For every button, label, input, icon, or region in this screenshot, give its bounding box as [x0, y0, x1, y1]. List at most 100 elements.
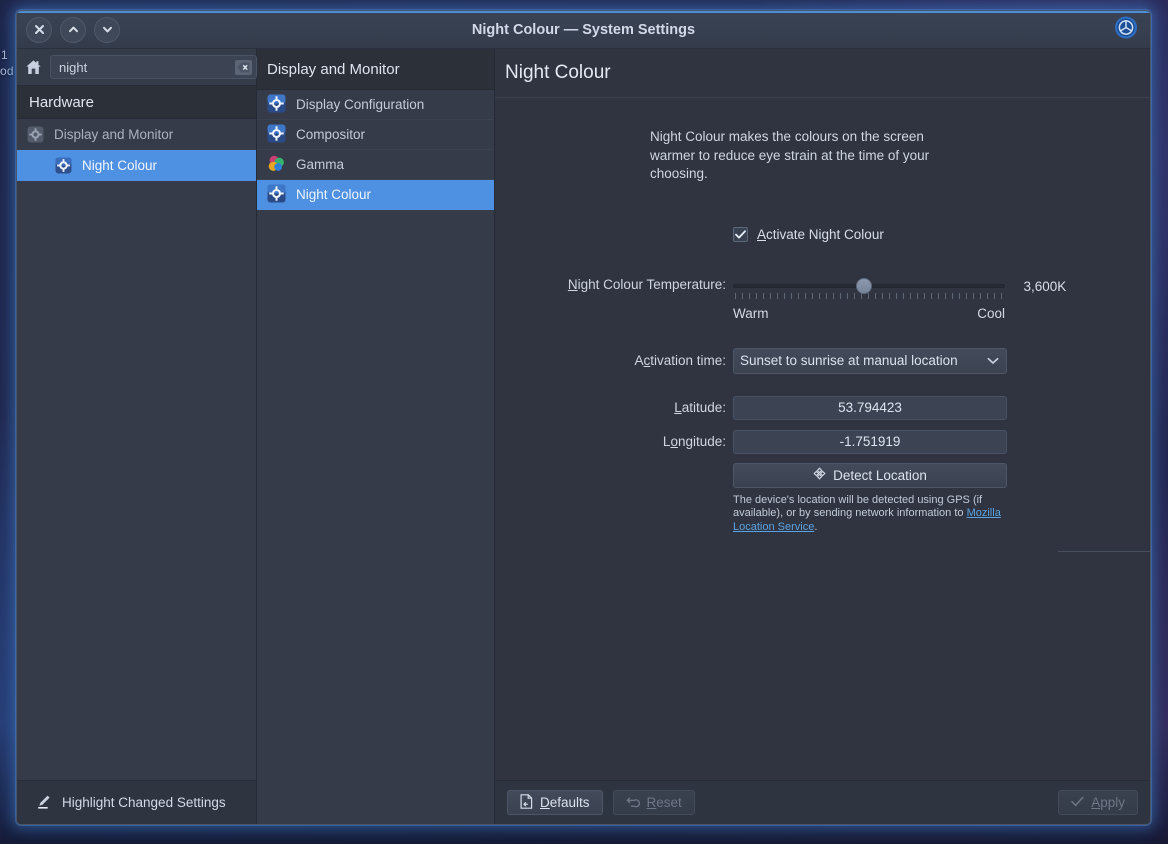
sidebar: Hardware [17, 49, 285, 824]
accel-letter: A [1091, 795, 1101, 810]
defaults-label-rest: efaults [549, 795, 590, 810]
longitude-field-wrap [733, 429, 1150, 454]
module-item-label: Compositor [296, 127, 366, 142]
desktop-text-fragment: 1 [1, 48, 8, 62]
accel-letter: L [674, 399, 682, 415]
home-icon [26, 59, 41, 74]
module-item-gamma[interactable]: Gamma [257, 150, 494, 180]
temperature-value: 3,600K [1023, 278, 1067, 294]
apply-button[interactable]: Apply [1058, 790, 1138, 815]
section-divider [1058, 551, 1150, 552]
home-button[interactable] [24, 55, 43, 79]
module-list: Display Configuration Compositor Gamma N… [257, 90, 494, 824]
detect-location-label: Detect Location [833, 467, 927, 483]
activation-time-field: Sunset to sunrise at manual location [733, 347, 1150, 374]
window-titlebar: Night Colour — System Settings [17, 11, 1150, 49]
activation-time-value: Sunset to sunrise at manual location [740, 353, 958, 368]
temperature-field: 3,600K Warm Cool [733, 275, 1150, 321]
activation-time-label-rest: tivation time: [650, 352, 726, 368]
detect-location-button[interactable]: Detect Location [733, 462, 1007, 488]
display-config-icon [267, 94, 286, 116]
temperature-row: Night Colour Temperature: 3,600K Warm Co… [495, 275, 1150, 321]
defaults-button[interactable]: Defaults [507, 790, 603, 815]
module-item-night-colour[interactable]: Night Colour [257, 180, 494, 210]
sidebar-item-label: Display and Monitor [54, 127, 174, 142]
activation-time-dropdown[interactable]: Sunset to sunrise at manual location [733, 347, 1007, 374]
accel-letter: o [670, 433, 678, 449]
sidebar-item-list: Display and Monitor Night Colour [17, 119, 256, 780]
search-field[interactable] [50, 55, 257, 79]
sidebar-item-night-colour[interactable]: Night Colour [17, 150, 256, 181]
module-list-panel: Display and Monitor Display Configuratio… [257, 49, 495, 824]
reset-button[interactable]: Reset [612, 790, 695, 815]
longitude-row: Longitude: [495, 429, 1150, 454]
defaults-label: Defaults [540, 795, 590, 810]
system-settings-window: Night Colour — System Settings night Har… [16, 10, 1151, 825]
shade-up-button[interactable] [60, 16, 86, 43]
shade-down-button[interactable] [94, 16, 120, 43]
page-description: Night Colour makes the colours on the sc… [650, 129, 930, 181]
chevron-down-icon [102, 26, 112, 33]
accel-letter: N [567, 276, 578, 292]
reset-label: Reset [647, 795, 682, 810]
apply-label-rest: pply [1100, 795, 1125, 810]
latitude-field-wrap [733, 395, 1150, 420]
longitude-label-rest: ngitude: [677, 433, 726, 449]
gamma-icon [267, 154, 286, 176]
crosshair-icon [813, 467, 826, 483]
module-item-compositor[interactable]: Compositor [257, 120, 494, 150]
chevron-up-icon [68, 26, 78, 33]
main-footer: Defaults Reset Apply [495, 780, 1150, 824]
location-hint: The device's location will be detected u… [733, 494, 1007, 535]
activate-night-colour-row[interactable]: Activate Night Colour [733, 226, 1150, 242]
search-clear-button[interactable] [235, 59, 252, 75]
page-title: Night Colour [495, 49, 1150, 98]
latitude-input[interactable] [733, 395, 1007, 420]
close-icon [34, 25, 44, 34]
undo-arrow-icon [626, 795, 640, 811]
accel-letter: D [540, 795, 550, 810]
latitude-label-rest: atitude: [681, 399, 726, 415]
apply-label: Apply [1091, 795, 1125, 810]
accel-letter: A [757, 226, 767, 242]
module-item-label: Display Configuration [296, 97, 425, 112]
highlight-changed-settings-button[interactable]: Highlight Changed Settings [17, 780, 256, 824]
activate-night-colour-checkbox[interactable] [733, 226, 748, 242]
warm-label: Warm [733, 305, 769, 321]
temperature-slider[interactable] [733, 278, 1005, 300]
location-hint-after: . [814, 520, 818, 533]
activation-time-row: Activation time: Sunset to sunrise at ma… [495, 347, 1150, 374]
app-menu-button[interactable] [1114, 15, 1138, 44]
search-input[interactable] [59, 59, 235, 75]
temperature-label-rest: ight Colour Temperature: [577, 276, 726, 292]
desktop-text-fragment: od [0, 64, 14, 78]
main-panel: Night Colour Night Colour makes the colo… [495, 49, 1150, 824]
close-button[interactable] [26, 16, 52, 43]
slider-handle[interactable] [855, 278, 872, 295]
gear-icon [27, 126, 44, 143]
sidebar-category-title: Hardware [17, 86, 256, 119]
window-body: Hardware [17, 49, 1150, 824]
document-revert-icon [520, 793, 533, 812]
module-item-display-configuration[interactable]: Display Configuration [257, 90, 494, 120]
sidebar-item-display-and-monitor[interactable]: Display and Monitor [17, 119, 256, 150]
window-title: Night Colour — System Settings [471, 21, 696, 38]
longitude-input[interactable] [733, 429, 1007, 454]
settings-form-area: Night Colour makes the colours on the sc… [495, 98, 1150, 780]
longitude-label: Longitude: [662, 433, 726, 449]
location-hint-before: The device's location will be detected u… [733, 493, 983, 520]
activate-label-rest: ctivate Night Colour [766, 226, 884, 242]
latitude-row: Latitude: [495, 395, 1150, 420]
temperature-label: Night Colour Temperature: [495, 275, 733, 295]
night-colour-icon [267, 184, 286, 206]
slider-tickmarks [735, 293, 1003, 300]
latitude-label: Latitude: [495, 396, 733, 420]
activation-time-label: Activation time: [634, 352, 726, 368]
accel-letter: R [646, 795, 657, 810]
module-item-label: Gamma [296, 157, 345, 172]
checkmark-icon [735, 229, 746, 238]
module-list-title: Display and Monitor [257, 49, 494, 90]
checkmark-icon [1071, 795, 1084, 810]
compositor-icon [267, 124, 286, 146]
highlighter-icon [35, 793, 52, 813]
